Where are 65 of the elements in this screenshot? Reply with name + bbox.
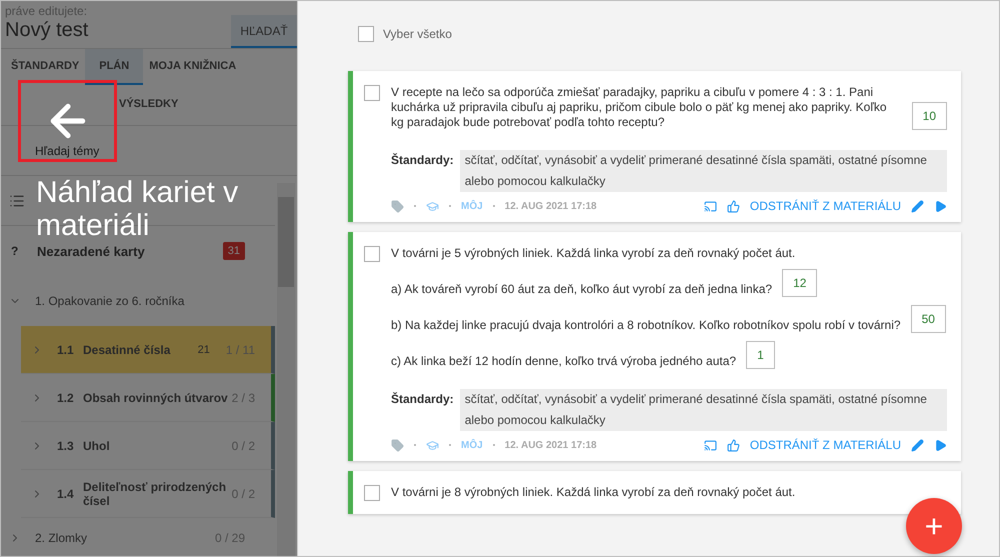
standards-text: sčítať, odčítať, vynásobiť a vydeliť primerané desatinné čísla spamäti, ostatné písomne alebo pomocou kalkulačky [460, 389, 947, 431]
remove-link[interactable]: ODSTRÁNIŤ Z MATERIÁLU [750, 198, 901, 214]
unassigned-label[interactable]: Nezaradené karty [37, 244, 223, 258]
separator-dot [449, 444, 451, 446]
question-text: b) Na každej linke pracujú dvaja kontrolóri a 8 robotníkov. Koľko robotníkov spolu robí v továrni? [391, 318, 901, 333]
topic-number: 1.3 [57, 438, 75, 452]
graduation-cap-icon [426, 200, 439, 212]
checkbox[interactable] [364, 246, 380, 262]
test-title: Nový test [5, 19, 90, 42]
tutorial-heading: Náhľad kariet v materiáli [36, 176, 240, 242]
tag-icon [391, 438, 404, 452]
cast-icon[interactable] [704, 438, 717, 452]
question-text: V továrni je 5 výrobných liniek. Každá linka vyrobí za deň rovnaký počet áut. [391, 246, 796, 261]
checkbox[interactable] [364, 85, 380, 101]
topic-title: Deliteľnosť prirodzených čísel [83, 480, 228, 508]
play-icon[interactable] [934, 438, 947, 452]
date-text: 12. AUG 2021 17:18 [504, 438, 597, 452]
search-button[interactable]: HĽADAŤ [231, 15, 297, 48]
tab[interactable]: PLÁN [85, 49, 144, 85]
separator-dot [449, 205, 451, 207]
answer-box[interactable]: 1 [746, 341, 775, 369]
cast-icon[interactable] [704, 200, 717, 212]
topic-number: 1.2 [57, 390, 75, 404]
pencil-icon[interactable] [911, 200, 924, 212]
topic-title: Desatinné čísla [83, 342, 172, 356]
select-all-label: Vyber všetko [383, 27, 452, 41]
count-badge: 31 [222, 242, 245, 260]
play-icon[interactable] [934, 200, 947, 212]
checkbox[interactable] [358, 26, 374, 42]
standards-label: Štandardy: [391, 152, 454, 169]
card-count: 21 [198, 344, 210, 356]
tag-icon [391, 200, 404, 212]
tree-item[interactable]: 1. Opakovanie zo 6. ročníka [1, 276, 275, 326]
topic-title: Uhol [83, 438, 111, 452]
standards-label: Štandardy: [391, 391, 454, 408]
question-text: V recepte na lečo sa odporúča zmiešať paradajky, papriku a cibuľu v pomere 4 : 3 : 1. Pani kuchárka už pripravila cibuľu aj papriku, pričom cibule bolo o päť kg menej ako papriky. Koľko kg paradajok bude potrebovať podľa tohto receptu? [391, 85, 888, 130]
pencil-icon[interactable] [911, 438, 924, 452]
question-text: a) Ak továreň vyrobí 60 áut za deň, koľko áut vyrobí za deň jedna linka? [391, 282, 772, 297]
answer-box[interactable]: 12 [782, 269, 818, 297]
author-label: MÔJ [461, 199, 483, 214]
question-mark-icon: ? [11, 244, 37, 258]
topic-search-field[interactable]: Hľadaj témy [33, 142, 107, 158]
list-icon [9, 192, 25, 208]
topic-number: 1.4 [57, 486, 75, 500]
question-text: c) Ak linka beží 12 hodín denne, koľko trvá výroba jedného auta? [391, 354, 736, 369]
separator-dot [414, 444, 416, 446]
remove-link[interactable]: ODSTRÁNIŤ Z MATERIÁLU [750, 438, 901, 452]
author-label: MÔJ [461, 438, 483, 452]
graduation-cap-icon [426, 438, 439, 452]
thumbs-up-icon[interactable] [726, 438, 740, 452]
topic-number: 1.1 [57, 342, 75, 356]
separator-dot [492, 205, 495, 207]
separator-dot [414, 205, 416, 207]
topic-title: Obsah rovinných útvarov [83, 390, 229, 404]
standards-text: sčítať, odčítať, vynásobiť a vydeliť primerané desatinné čísla spamäti, ostatné písomne alebo pomocou kalkulačky [460, 150, 947, 192]
tab[interactable]: VÝSLEDKY [113, 87, 184, 123]
tab[interactable]: MOJA KNIŽNICA [143, 49, 242, 85]
checkbox[interactable] [364, 485, 380, 501]
date-text: 12. AUG 2021 17:18 [504, 200, 597, 214]
question-text: V továrni je 8 výrobných liniek. Každá linka vyrobí za deň rovnaký počet áut. [391, 485, 796, 500]
thumbs-up-icon[interactable] [726, 200, 740, 212]
separator-dot [492, 444, 495, 446]
answer-box[interactable]: 10 [912, 102, 947, 130]
answer-box[interactable]: 50 [910, 305, 946, 333]
scrollbar[interactable] [277, 183, 295, 556]
